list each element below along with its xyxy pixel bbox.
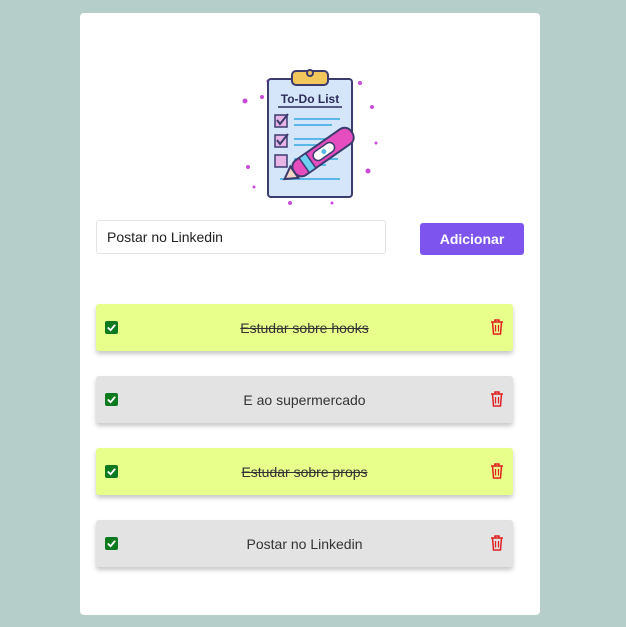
- checkmark-icon: [107, 468, 116, 476]
- checkmark-icon: [107, 396, 116, 404]
- trash-icon[interactable]: [490, 391, 504, 407]
- task-input[interactable]: [96, 220, 386, 254]
- todo-checkbox[interactable]: [105, 537, 118, 550]
- checkmark-icon: [107, 324, 116, 332]
- todo-text: Estudar sobre hooks: [240, 319, 369, 336]
- todo-text: Postar no Linkedin: [246, 535, 363, 552]
- trash-icon[interactable]: [490, 535, 504, 551]
- todo-checkbox[interactable]: [105, 465, 118, 478]
- todo-checkbox[interactable]: [105, 393, 118, 406]
- todo-item: Estudar sobre hooks: [96, 304, 513, 351]
- trash-icon[interactable]: [490, 463, 504, 479]
- logo-title: To-Do List: [281, 92, 339, 106]
- todo-item: Estudar sobre props: [96, 448, 513, 495]
- checkmark-icon: [107, 540, 116, 548]
- todo-list-logo: To-Do List: [242, 69, 378, 205]
- trash-icon[interactable]: [490, 319, 504, 335]
- todo-list: Estudar sobre hooks E ao supermercado Es: [96, 304, 513, 592]
- todo-item: E ao supermercado: [96, 376, 513, 423]
- todo-checkbox[interactable]: [105, 321, 118, 334]
- add-task-button[interactable]: Adicionar: [420, 223, 524, 255]
- todo-card: To-Do List Adicionar Estuda: [80, 13, 540, 615]
- todo-text: Estudar sobre props: [241, 463, 368, 480]
- todo-item: Postar no Linkedin: [96, 520, 513, 567]
- todo-text: E ao supermercado: [243, 391, 366, 408]
